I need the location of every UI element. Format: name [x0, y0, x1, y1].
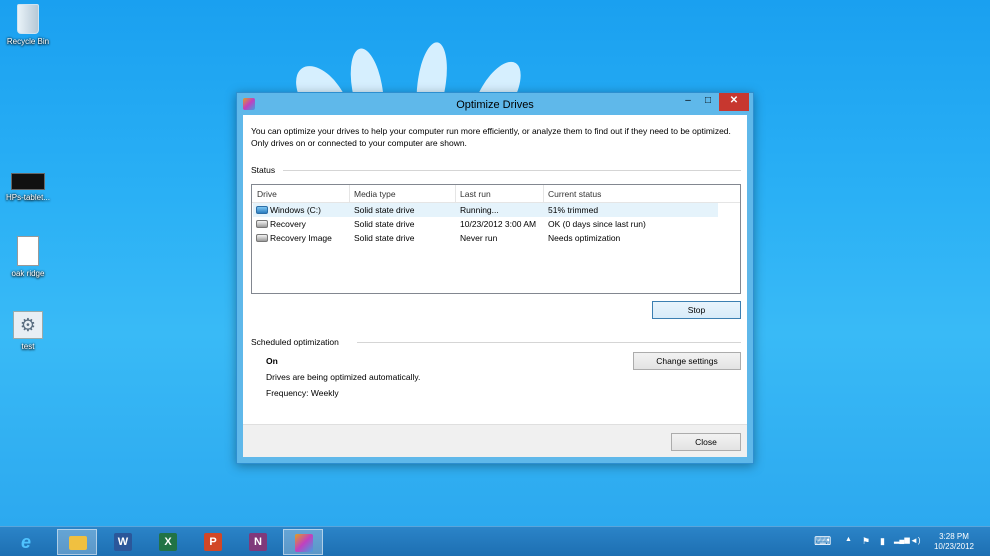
drive-media-type: Solid state drive — [354, 219, 415, 229]
window-title: Optimize Drives — [456, 99, 534, 111]
drive-status: OK (0 days since last run) — [548, 219, 646, 229]
folder-icon — [69, 536, 87, 550]
desktop-icon-label: Recycle Bin — [6, 37, 50, 46]
desktop-icon-test[interactable]: ⚙ test — [0, 311, 56, 351]
taskbar-file-explorer[interactable] — [57, 529, 97, 555]
intro-text: You can optimize your drives to help you… — [251, 126, 731, 148]
column-current-status[interactable]: Current status — [548, 189, 601, 199]
dialog-footer: Close — [243, 424, 747, 457]
network-icon[interactable]: ▂▄▆ — [894, 536, 910, 544]
keyboard-icon[interactable]: ⌨ — [814, 534, 831, 548]
taskbar-word[interactable]: W — [103, 529, 143, 555]
change-settings-button[interactable]: Change settings — [633, 352, 741, 370]
document-icon — [17, 236, 39, 266]
taskbar-optimize-drives[interactable] — [283, 529, 323, 555]
battery-icon[interactable]: ▮ — [880, 536, 885, 547]
clock-date: 10/23/2012 — [933, 542, 975, 551]
hard-drive-icon — [256, 220, 268, 228]
settings-file-icon: ⚙ — [13, 311, 43, 339]
maximize-button[interactable]: □ — [699, 93, 717, 111]
column-last-run[interactable]: Last run — [460, 189, 491, 199]
column-separator[interactable] — [543, 185, 544, 203]
column-separator[interactable] — [349, 185, 350, 203]
taskbar-excel[interactable]: X — [148, 529, 188, 555]
close-button[interactable]: Close — [671, 433, 741, 451]
drive-name: Windows (C:) — [270, 205, 322, 215]
dialog-body: You can optimize your drives to help you… — [243, 115, 747, 457]
show-hidden-icons-chevron[interactable]: ▲ — [845, 536, 852, 543]
drive-row[interactable]: Recovery Solid state drive 10/23/2012 3:… — [253, 217, 718, 231]
desktop-icon-recycle-bin[interactable]: Recycle Bin — [0, 4, 56, 46]
drive-name: Recovery Image — [270, 233, 332, 243]
stop-button[interactable]: Stop — [652, 301, 741, 319]
title-bar[interactable]: Optimize Drives – □ ✕ — [237, 93, 753, 115]
excel-icon: X — [159, 533, 177, 551]
desktop-icon-oak-ridge[interactable]: oak ridge — [0, 236, 56, 278]
desktop-icon-label: oak ridge — [11, 269, 45, 278]
drive-last-run: 10/23/2012 3:00 AM — [460, 219, 537, 229]
taskbar-internet-explorer[interactable]: e — [6, 529, 46, 555]
status-label: Status — [251, 165, 276, 175]
schedule-frequency: Frequency: Weekly — [266, 388, 339, 398]
desktop-icon-label: test — [21, 342, 35, 351]
drive-row[interactable]: Recovery Image Solid state drive Never r… — [253, 231, 718, 245]
status-divider — [283, 170, 741, 171]
column-separator[interactable] — [455, 185, 456, 203]
close-window-button[interactable]: ✕ — [719, 93, 749, 111]
windows-drive-icon — [256, 206, 268, 214]
taskbar: e W X P N ⌨ ▲ ⚑ ▮ ▂▄▆ ◄) 3:28 PM 10/23/2… — [0, 526, 990, 556]
drives-list-header: Drive Media type Last run Current status — [252, 185, 740, 203]
word-icon: W — [114, 533, 132, 551]
column-media-type[interactable]: Media type — [354, 189, 396, 199]
drive-media-type: Solid state drive — [354, 233, 415, 243]
optimize-drives-window: Optimize Drives – □ ✕ You can optimize y… — [236, 92, 754, 464]
schedule-description: Drives are being optimized automatically… — [266, 372, 421, 382]
clock-time: 3:28 PM — [939, 532, 969, 541]
minimize-button[interactable]: – — [679, 93, 697, 111]
ie-icon: e — [20, 532, 31, 552]
powerpoint-icon: P — [204, 533, 222, 551]
drive-last-run: Never run — [460, 233, 498, 243]
drive-media-type: Solid state drive — [354, 205, 415, 215]
hard-drive-icon — [256, 234, 268, 242]
scheduled-optimization-label: Scheduled optimization — [251, 337, 339, 347]
volume-icon[interactable]: ◄) — [910, 536, 921, 545]
drive-name: Recovery — [270, 219, 306, 229]
taskbar-powerpoint[interactable]: P — [193, 529, 233, 555]
scheduled-divider — [357, 342, 741, 343]
drive-last-run: Running... — [460, 205, 499, 215]
optimize-drives-icon — [295, 534, 313, 552]
schedule-state: On — [266, 356, 278, 366]
action-center-flag-icon[interactable]: ⚑ — [862, 536, 870, 547]
onenote-icon: N — [249, 533, 267, 551]
desktop-icon-label: HPs-tablet... — [5, 193, 50, 202]
taskbar-onenote[interactable]: N — [238, 529, 278, 555]
drive-status: 51% trimmed — [548, 205, 599, 215]
recycle-bin-icon — [17, 4, 39, 34]
drives-list[interactable]: Drive Media type Last run Current status… — [251, 184, 741, 294]
drive-status: Needs optimization — [548, 233, 621, 243]
taskbar-clock[interactable]: 3:28 PM 10/23/2012 — [926, 532, 982, 552]
column-drive[interactable]: Drive — [257, 189, 277, 199]
desktop-icon-video[interactable]: HPs-tablet... — [0, 173, 56, 202]
video-file-icon — [11, 173, 45, 190]
drive-row[interactable]: Windows (C:) Solid state drive Running..… — [253, 203, 718, 217]
